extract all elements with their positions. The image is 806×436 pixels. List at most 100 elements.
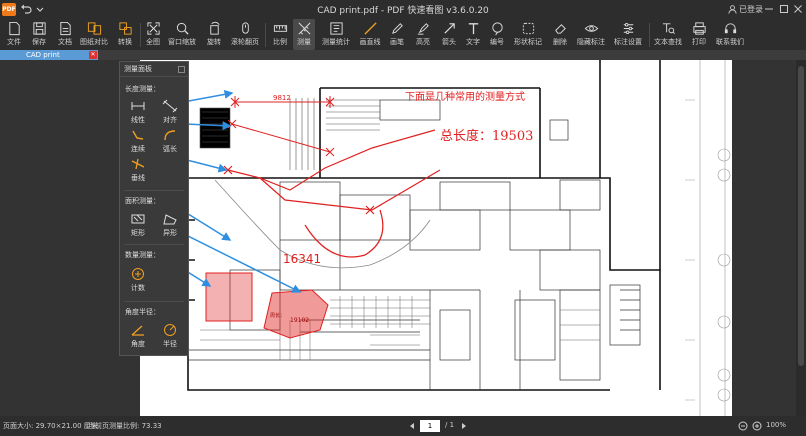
pen-button[interactable]: 画笔 (386, 19, 408, 50)
aligned-tool[interactable]: 对齐 (155, 99, 185, 125)
measure-label: 测量 (297, 38, 311, 46)
number-label: 编号 (490, 38, 504, 46)
fit-all-label: 全图 (146, 38, 160, 46)
find-text-label: 文本查找 (654, 38, 682, 46)
compare-label: 图纸对比 (80, 38, 108, 46)
fit-all-icon (146, 22, 160, 35)
vertical-scrollbar[interactable] (796, 60, 806, 416)
scale-button[interactable]: 比例 (269, 19, 291, 50)
rect-area-tool[interactable]: 矩形 (123, 212, 153, 238)
tab-cad-print[interactable]: CAD print ✕ (0, 50, 98, 60)
contact-button[interactable]: 联系我们 (714, 19, 746, 50)
close-window-icon[interactable] (791, 2, 805, 16)
tab-close-button[interactable]: ✕ (89, 51, 97, 59)
contact-label: 联系我们 (716, 38, 744, 46)
arrow-button[interactable]: 箭头 (438, 19, 460, 50)
measure-stats-button[interactable]: 测量统计 (320, 19, 352, 50)
zoom-window-button[interactable]: 窗口缩放 (167, 19, 197, 50)
ribbon-separator (140, 23, 141, 47)
convert-label: 转换 (118, 38, 132, 46)
hide-annotations-label: 隐藏标注 (577, 38, 605, 46)
shape-icon (522, 22, 534, 35)
file-label: 文件 (7, 38, 21, 46)
scroll-page-label: 滚轮翻页 (231, 38, 259, 46)
line-button[interactable]: 画直线 (357, 19, 383, 50)
highlight-label: 高亮 (416, 38, 430, 46)
number-button[interactable]: 编号 (486, 19, 508, 50)
scroll-page-button[interactable]: 滚轮翻页 (229, 19, 261, 50)
highlight-button[interactable]: 高亮 (411, 19, 435, 50)
zoom-in-icon[interactable] (752, 421, 762, 431)
measure-button[interactable]: 测量 (293, 19, 315, 50)
area-perimeter-label: 周长： (270, 312, 285, 319)
measure-panel-close-button[interactable] (178, 66, 185, 73)
dimension-ticks-right (685, 99, 695, 401)
find-text-button[interactable]: 文本查找 (653, 19, 683, 50)
rotate-label: 旋转 (207, 38, 221, 46)
drawing-canvas[interactable]: 9812 16341 周长： 19102 下面是几种常用的测量方式 总长度：19… (140, 60, 732, 416)
next-page-icon[interactable] (460, 422, 468, 430)
arc-measure (304, 209, 384, 258)
hide-annotations-button[interactable]: 隐藏标注 (575, 19, 607, 50)
login-status[interactable]: 已登录 (728, 4, 763, 15)
page-total-text: / 1 (445, 421, 455, 429)
zoom-window-icon (176, 22, 189, 35)
grid-axis-right (699, 60, 731, 416)
shape-button[interactable]: 形状标记 (511, 19, 545, 50)
angle-tool[interactable]: 角度 (123, 323, 153, 349)
save-button[interactable]: 保存 (28, 19, 50, 50)
find-text-icon (662, 23, 675, 34)
zoom-window-label: 窗口缩放 (168, 38, 196, 46)
pen-label: 画笔 (390, 38, 404, 46)
continuous-tool-label: 连续 (131, 145, 145, 153)
building-outline (180, 60, 661, 391)
prev-page-icon[interactable] (408, 422, 416, 430)
count-tool[interactable]: 计数 (123, 267, 153, 293)
file-icon (8, 21, 20, 36)
maximize-icon[interactable] (777, 2, 791, 16)
arc-tool-label: 弧长 (163, 145, 177, 153)
document-button[interactable]: 文档 (53, 19, 77, 50)
document-label: 文档 (58, 38, 72, 46)
scale-icon (273, 25, 287, 32)
tab-strip: CAD print ✕ (0, 50, 806, 60)
annotation-settings-button[interactable]: 标注设置 (611, 19, 645, 50)
rect-area-icon (131, 214, 145, 224)
scrollbar-thumb[interactable] (798, 66, 804, 366)
measure-stats-icon (329, 22, 343, 35)
convert-button[interactable]: 转换 (113, 19, 137, 50)
compare-icon (87, 22, 101, 35)
perpendicular-tool[interactable]: 垂线 (123, 157, 153, 183)
page-number-input[interactable]: 1 (420, 420, 440, 432)
user-icon (728, 5, 737, 14)
delete-button[interactable]: 删除 (548, 19, 572, 50)
ribbon-toolbar: 文件 保存 文档 图纸对比 转换 全图 窗口缩放 旋转 滚轮翻页 比例 测量 测… (0, 19, 806, 50)
minimize-icon[interactable] (762, 2, 776, 16)
scroll-page-icon (241, 22, 249, 34)
annotation-settings-icon (623, 22, 633, 35)
print-button[interactable]: 打印 (688, 19, 710, 50)
radius-tool[interactable]: 半径 (155, 323, 185, 349)
dim-arc-text: 16341 (283, 252, 321, 266)
document-icon (59, 21, 71, 36)
compare-button[interactable]: 图纸对比 (79, 19, 109, 50)
file-button[interactable]: 文件 (3, 19, 25, 50)
zoom-out-icon[interactable] (738, 421, 748, 431)
fit-all-button[interactable]: 全图 (143, 19, 163, 50)
continuous-tool[interactable]: 连续 (123, 128, 153, 154)
perpendicular-tool-label: 垂线 (131, 174, 145, 182)
zoom-level[interactable]: 100% (766, 421, 786, 429)
angle-section-label: 角度半径： (125, 308, 160, 316)
rotate-button[interactable]: 旋转 (203, 19, 225, 50)
arc-tool[interactable]: 弧长 (155, 128, 185, 154)
angle-tool-label: 角度 (131, 340, 145, 348)
radius-tool-label: 半径 (163, 340, 177, 348)
text-button[interactable]: 文字 (462, 19, 484, 50)
irregular-area-tool[interactable]: 异形 (155, 212, 185, 238)
perpendicular-measure-icon (131, 158, 145, 170)
irregular-area-icon (163, 214, 177, 225)
linear-measure-icon (131, 102, 145, 110)
linear-tool[interactable]: 线性 (123, 99, 153, 125)
annotation-settings-label: 标注设置 (614, 38, 642, 46)
print-icon (692, 22, 706, 35)
